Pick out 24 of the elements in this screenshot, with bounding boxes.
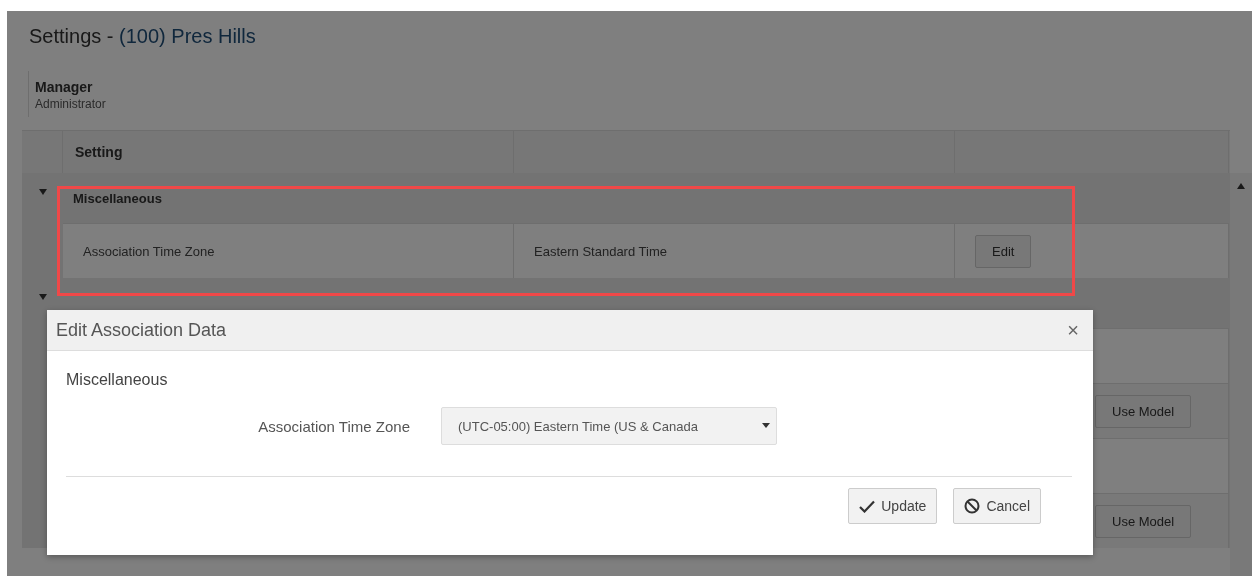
check-icon: [859, 499, 876, 513]
close-button[interactable]: ×: [1067, 318, 1079, 342]
caret-icon: [762, 423, 770, 428]
scrollbar[interactable]: [1230, 173, 1252, 576]
user-name: Manager: [35, 79, 93, 95]
time-zone-select[interactable]: (UTC-05:00) Eastern Time (US & Canada: [441, 407, 777, 445]
group-name: Miscellaneous: [73, 190, 162, 206]
association-link[interactable]: (100) Pres Hills: [119, 25, 256, 47]
page-title: Settings - (100) Pres Hills: [29, 25, 256, 48]
field-label: Association Time Zone: [257, 417, 410, 435]
cancel-button[interactable]: Cancel: [953, 488, 1041, 524]
edit-button[interactable]: Edit: [975, 234, 1032, 268]
dialog-title: Edit Association Data: [56, 319, 227, 341]
prohibited-icon: [964, 498, 981, 514]
use-model-button[interactable]: Use Model: [1095, 394, 1192, 428]
collapse-icon[interactable]: [38, 189, 47, 195]
scroll-up-icon[interactable]: [1237, 183, 1245, 189]
use-model-button[interactable]: Use Model: [1095, 504, 1192, 538]
user-role: Administrator: [35, 97, 106, 111]
setting-name: Association Time Zone: [83, 243, 215, 259]
section-title: Miscellaneous: [66, 371, 168, 389]
collapse-icon[interactable]: [38, 294, 47, 300]
update-button[interactable]: Update: [848, 488, 938, 524]
setting-value: Eastern Standard Time: [534, 243, 667, 259]
